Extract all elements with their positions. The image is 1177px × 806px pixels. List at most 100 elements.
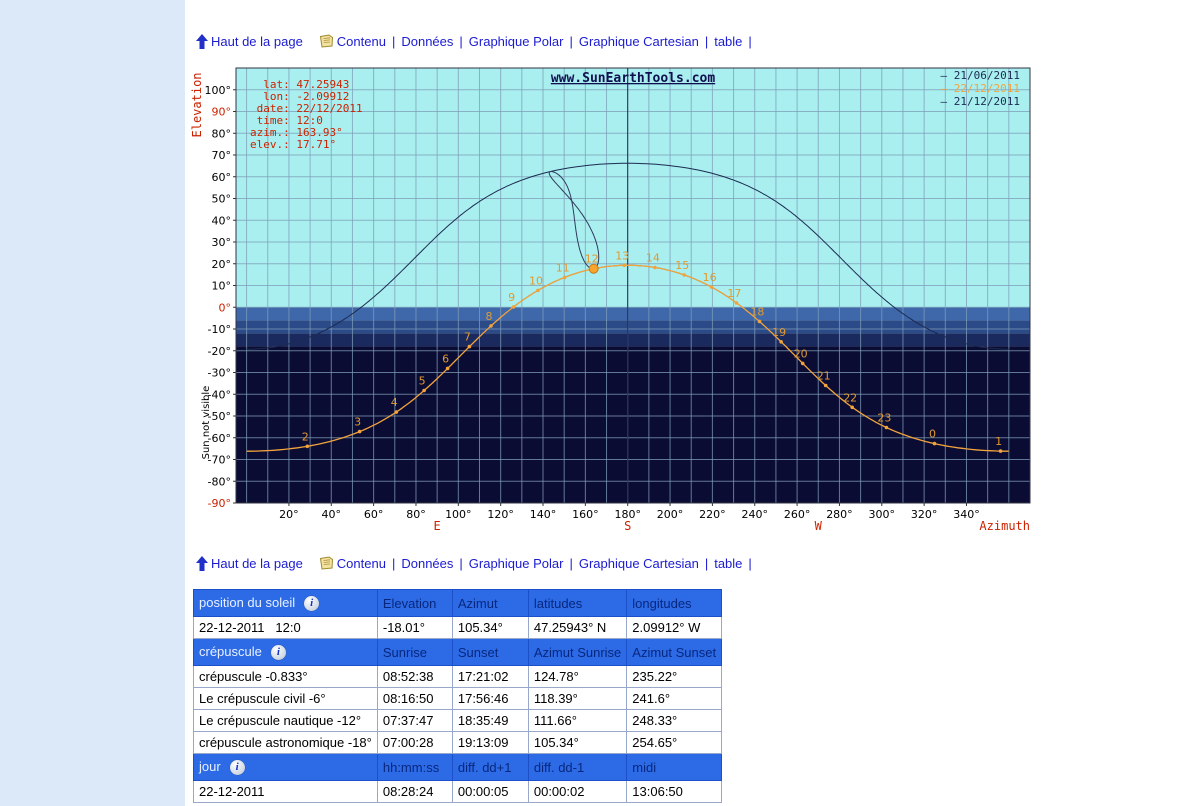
y-tick-label: 50° (212, 193, 232, 206)
nav-link-graphique-cartesian[interactable]: Graphique Cartesian (579, 34, 699, 49)
hour-marker (305, 444, 310, 449)
info-icon[interactable]: i (270, 645, 286, 661)
hour-label: 14 (646, 252, 660, 265)
compass-label-w: W (815, 519, 823, 533)
hour-label: 0 (929, 428, 936, 441)
table-cell: 47.25943° N (527, 616, 628, 639)
contenu-icon[interactable] (319, 34, 334, 48)
nav-link-donn-es[interactable]: Données (401, 556, 453, 571)
up-arrow-icon[interactable] (196, 33, 208, 49)
section-header-row: crépuscule i Sunrise Sunset Azimut Sunrise Az… (193, 638, 723, 666)
column-header: midi (626, 753, 723, 781)
hour-marker (422, 388, 426, 393)
table-cell: Le crépuscule civil -6° (193, 687, 378, 710)
nav-link-contenu[interactable]: Contenu (337, 34, 386, 49)
table-cell: 248.33° (626, 709, 723, 732)
hour-marker (734, 301, 739, 305)
nav-link-graphique-polar[interactable]: Graphique Polar (469, 556, 564, 571)
nav-link-haut-de-la-page[interactable]: Haut de la page (211, 34, 303, 49)
contenu-icon[interactable] (319, 556, 334, 570)
x-tick-label: 60° (364, 508, 384, 521)
y-tick-label: -30° (208, 367, 231, 380)
nav-separator: | (748, 555, 752, 571)
table-cell: 118.39° (527, 687, 628, 710)
table-cell: crépuscule -0.833° (193, 665, 378, 688)
twilight-band (236, 333, 1030, 347)
hour-marker (511, 305, 516, 309)
table-cell: 2.09912° W (626, 616, 723, 639)
hour-marker (536, 288, 540, 293)
info-icon[interactable]: i (229, 760, 245, 776)
x-tick-label: 120° (487, 508, 513, 521)
table-cell: crépuscule astronomique -18° (193, 731, 378, 754)
nav-link-graphique-polar[interactable]: Graphique Polar (469, 34, 564, 49)
legend-item: – 22/12/2011 (941, 82, 1020, 95)
table-cell: Le crépuscule nautique -12° (193, 709, 378, 732)
nav-link-table[interactable]: table (714, 556, 742, 571)
x-tick-label: 320° (911, 508, 938, 521)
chart-title-link[interactable]: www.SunEarthTools.com (551, 71, 716, 86)
y-tick-label: -10° (208, 323, 231, 336)
y-tick-label: -90° (208, 497, 231, 510)
table-cell: 241.6° (626, 687, 723, 710)
column-header: latitudes (527, 589, 628, 617)
up-arrow-icon[interactable] (196, 555, 208, 571)
table-cell: 08:28:24 (376, 780, 453, 803)
sun-table-container: position du soleil i Elevation Azimut latitu… (193, 589, 1177, 803)
nav-link-haut-de-la-page[interactable]: Haut de la page (211, 556, 303, 571)
table-cell: 08:52:38 (376, 665, 453, 688)
table-cell: 111.66° (527, 709, 628, 732)
nav-link-contenu[interactable]: Contenu (337, 556, 386, 571)
y-tick-label: 10° (212, 280, 232, 293)
hour-marker (445, 366, 450, 371)
hour-marker (394, 410, 399, 414)
info-icon[interactable]: i (304, 596, 320, 612)
hour-label: 19 (772, 326, 786, 339)
y-tick-label: 40° (212, 214, 232, 227)
chart-info-line: elev.: 17.71° (250, 138, 336, 151)
current-sun-marker (588, 263, 599, 274)
nav-link-table[interactable]: table (714, 34, 742, 49)
nav-bar-bottom: Haut de la page Contenu | Données | Graphique… (196, 553, 1177, 573)
hour-marker (823, 383, 828, 388)
hour-label: 10 (529, 274, 543, 287)
x-tick-label: 140° (530, 508, 557, 521)
table-cell: 00:00:02 (527, 780, 628, 803)
column-header: diff. dd-1 (527, 753, 628, 781)
table-row: 22-12-2011 08:28:24 00:00:05 00:00:02 13:06:… (193, 780, 723, 803)
main-content: Haut de la page Contenu | Données | Graphique… (190, 0, 1177, 803)
hour-marker (357, 429, 362, 434)
hour-label: 22 (843, 391, 857, 404)
hour-label: 3 (354, 416, 361, 429)
nav-bar-top: Haut de la page Contenu | Données | Graphique… (196, 31, 1177, 51)
hour-label: 2 (302, 430, 309, 443)
column-header: diff. dd+1 (451, 753, 529, 781)
section-header-cell: crépuscule i (193, 638, 378, 666)
column-header: Azimut Sunset (626, 638, 723, 666)
section-label: crépuscule (199, 643, 262, 659)
column-header: Azimut (451, 589, 529, 617)
hour-marker (932, 441, 937, 446)
x-tick-label: 160° (572, 508, 599, 521)
nav-link-donn-es[interactable]: Données (401, 34, 453, 49)
table-row: crépuscule -0.833° 08:52:38 17:21:02 124.78… (193, 665, 723, 688)
hour-label: 18 (750, 305, 764, 318)
x-tick-label: 80° (406, 508, 426, 521)
sun-path-chart: 0 1 2 3 4 5 6 7 8 9 10 11 12 13 14 15 16 17 18 19 20 21 22 23 ww… (190, 62, 1177, 539)
nav-separator: | (704, 33, 709, 49)
nav-separator: | (748, 33, 752, 49)
table-cell: 07:00:28 (376, 731, 453, 754)
section-header-row: position du soleil i Elevation Azimut latitu… (193, 589, 723, 617)
nav-separator: | (459, 555, 463, 571)
nav-link-graphique-cartesian[interactable]: Graphique Cartesian (579, 556, 699, 571)
table-row: 22-12-2011 12:0 -18.01° 105.34° 47.25943° N… (193, 616, 723, 639)
legend-item: – 21/06/2011 (941, 69, 1020, 82)
table-cell: 235.22° (626, 665, 723, 688)
hour-label: 23 (877, 412, 891, 425)
hour-label: 5 (419, 375, 426, 388)
hour-label: 21 (817, 370, 831, 383)
compass-label-e: E (434, 519, 441, 533)
hour-marker (709, 285, 714, 289)
table-cell: 105.34° (451, 616, 529, 639)
hour-label: 9 (508, 291, 515, 304)
